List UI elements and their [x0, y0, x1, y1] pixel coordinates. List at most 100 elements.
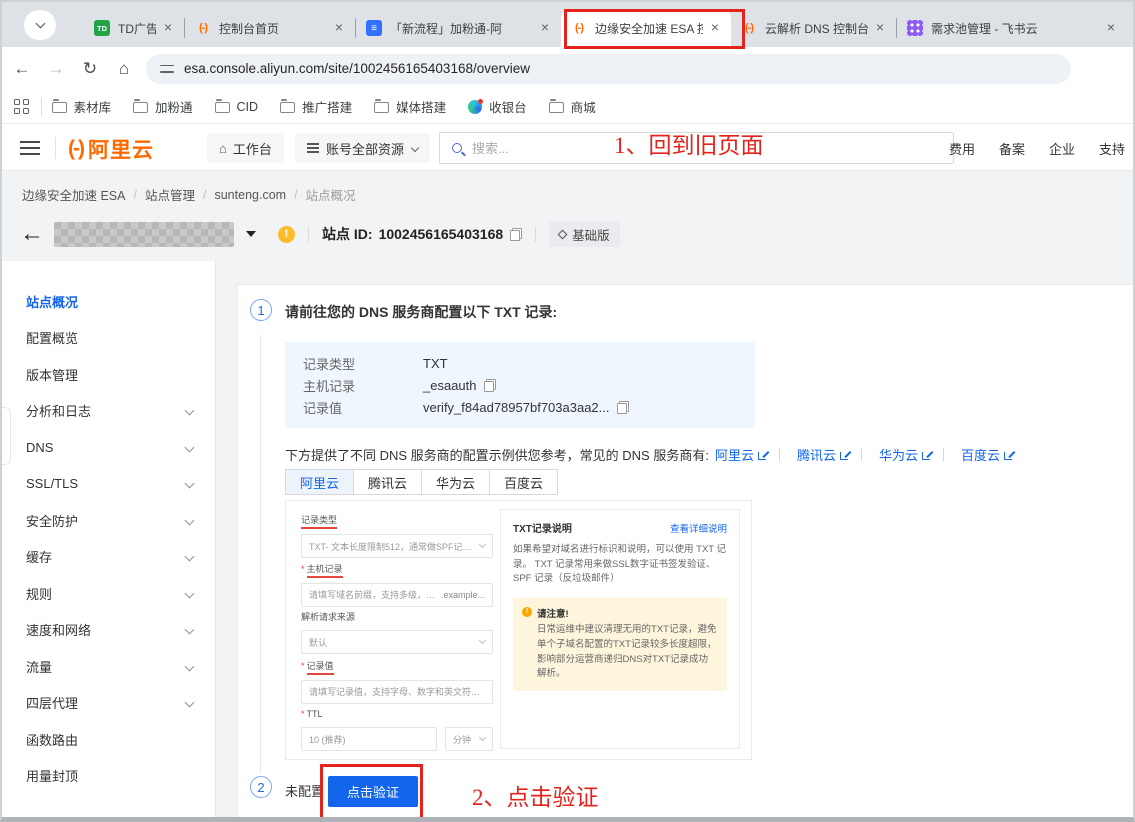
copy-icon[interactable] [510, 228, 522, 241]
back-button[interactable]: ← [8, 55, 36, 83]
bookmark-item[interactable]: 素材库 [52, 97, 112, 116]
tab-list: TDTD广告投放系统-数×(-)控制台首页×≡「新流程」加粉通-阿×(-)边缘安… [84, 2, 1127, 47]
provider-tab-腾讯云[interactable]: 腾讯云 [353, 469, 422, 495]
sidebar-item-四层代理[interactable]: 四层代理 [2, 685, 215, 722]
copy-icon[interactable] [617, 401, 629, 414]
sidebar-item-分析和日志[interactable]: 分析和日志 [2, 393, 215, 430]
breadcrumb-item[interactable]: 边缘安全加速 ESA [22, 185, 126, 204]
console-nav-link-支持[interactable]: 支持 [1099, 139, 1125, 158]
example-field-labelwrap: *主机记录 [301, 559, 493, 578]
bookmark-item[interactable]: 媒体搭建 [374, 97, 446, 116]
copy-icon[interactable] [484, 379, 496, 392]
sidebar-item-label: 站点概况 [26, 292, 193, 311]
bookmark-item[interactable]: 推广搭建 [280, 97, 352, 116]
sidebar-item-速度和网络[interactable]: 速度和网络 [2, 612, 215, 649]
provider-link-百度云[interactable]: 百度云 [961, 445, 1014, 464]
browser-tab[interactable]: 需求池管理 - 飞书云× [897, 9, 1127, 47]
notice-body: 日常运维中建议清理无用的TXT记录，避免单个子域名配置的TXT记录较多长度超限，… [537, 623, 717, 682]
sidebar-item-DNS[interactable]: DNS [2, 429, 215, 466]
browser-tab-active[interactable]: (-)边缘安全加速 ESA 控× [561, 9, 731, 47]
providers-line: 下方提供了不同 DNS 服务商的配置示例供您参考，常见的 DNS 服务商有: 阿… [285, 445, 1014, 464]
browser-tab[interactable]: ≡「新流程」加粉通-阿× [356, 9, 561, 47]
tab-title: 云解析 DNS 控制台 [765, 20, 868, 37]
apps-grid-icon[interactable] [14, 99, 29, 114]
sidebar-item-站点概况[interactable]: 站点概况 [2, 283, 215, 320]
back-arrow-icon[interactable]: ← [20, 222, 44, 246]
provider-tab-华为云[interactable]: 华为云 [421, 469, 490, 495]
console-header: (-) 阿里云 ⌂ 工作台 账号全部资源 费用 备案 企业 支持 [2, 123, 1133, 171]
breadcrumb-item[interactable]: 站点管理 [145, 185, 195, 204]
example-field-labelwrap: 解析请求来源 [301, 607, 493, 625]
console-nav-link-备案[interactable]: 备案 [999, 139, 1025, 158]
sidebar-item-安全防护[interactable]: 安全防护 [2, 502, 215, 539]
provider-link-腾讯云[interactable]: 腾讯云 [797, 445, 850, 464]
notice-title: 请注意! [537, 606, 717, 620]
hamburger-menu-icon[interactable] [20, 147, 40, 149]
sidebar-item-配置概览[interactable]: 配置概览 [2, 320, 215, 357]
site-dropdown-caret[interactable] [246, 231, 256, 237]
doc-favicon-icon: ≡ [366, 20, 382, 36]
divider [41, 98, 42, 116]
resources-label: 账号全部资源 [326, 139, 404, 158]
reload-button[interactable]: ↻ [76, 55, 104, 83]
bookmark-item[interactable]: 收银台 [468, 97, 527, 116]
aliyun-logo[interactable]: (-) 阿里云 [68, 134, 154, 164]
close-icon[interactable]: × [537, 20, 553, 36]
bookmark-item[interactable]: CID [215, 100, 259, 114]
aliyun-logo-mark-icon: (-) [68, 137, 83, 161]
close-icon[interactable]: × [160, 20, 176, 36]
breadcrumb-separator: / [134, 188, 137, 202]
browser-tab[interactable]: (-)云解析 DNS 控制台× [731, 9, 896, 47]
sidebar-item-用量封顶[interactable]: 用量封顶 [2, 758, 215, 795]
tab-search-button[interactable] [24, 10, 56, 40]
sidebar-item-缓存[interactable]: 缓存 [2, 539, 215, 576]
provider-tab-百度云[interactable]: 百度云 [489, 469, 558, 495]
browser-tab[interactable]: (-)控制台首页× [185, 9, 355, 47]
close-icon[interactable]: × [331, 20, 347, 36]
site-settings-icon[interactable] [160, 63, 174, 75]
sidebar-item-流量[interactable]: 流量 [2, 648, 215, 685]
sidebar-item-label: 函数路由 [26, 730, 193, 749]
example-field-value: 10 (推荐) [309, 733, 429, 746]
console-nav-link-企业[interactable]: 企业 [1049, 139, 1075, 158]
feishu-favicon-icon [907, 20, 923, 36]
txt-panel-notice: ! 请注意! 日常运维中建议清理无用的TXT记录，避免单个子域名配置的TXT记录… [513, 598, 727, 691]
provider-tab-阿里云[interactable]: 阿里云 [285, 469, 354, 495]
console-search-box[interactable] [439, 132, 954, 164]
bookmark-item[interactable]: 商城 [549, 97, 596, 116]
example-field-row: 请填写记录值，支持字母、数字和英文符号，512个字符以内 [301, 680, 493, 704]
close-icon[interactable]: × [1103, 20, 1119, 36]
console-search-input[interactable] [472, 141, 941, 156]
chevron-down-icon [479, 637, 486, 644]
provider-link-阿里云[interactable]: 阿里云 [715, 445, 768, 464]
console-nav-link-费用[interactable]: 费用 [949, 139, 975, 158]
sidebar-item-版本管理[interactable]: 版本管理 [2, 356, 215, 393]
close-icon[interactable]: × [872, 20, 888, 36]
page-background: 边缘安全加速 ESA/站点管理/sunteng.com/站点概况 ← ! 站点 … [2, 171, 1133, 817]
url-bar[interactable]: esa.console.aliyun.com/site/100245616540… [146, 54, 1071, 84]
provider-link-华为云[interactable]: 华为云 [879, 445, 932, 464]
breadcrumb-item[interactable]: sunteng.com [214, 188, 286, 202]
sidebar-item-规则[interactable]: 规则 [2, 575, 215, 612]
bookmark-item[interactable]: 加粉通 [133, 97, 193, 116]
forward-button[interactable]: → [42, 55, 70, 83]
chevron-down-icon [185, 625, 195, 635]
divider [943, 448, 944, 461]
console-nav-links: 费用 备案 企业 支持 [949, 124, 1129, 172]
sidebar-item-函数路由[interactable]: 函数路由 [2, 721, 215, 758]
account-resources-dropdown[interactable]: 账号全部资源 [295, 133, 430, 163]
sidebar-collapse-handle[interactable] [2, 407, 11, 465]
bookmark-label: 推广搭建 [302, 97, 352, 116]
example-input: 请填写域名前缀，支持多级，如：ab.c....example... [301, 583, 493, 607]
tab-strip: TDTD广告投放系统-数×(-)控制台首页×≡「新流程」加粉通-阿×(-)边缘安… [2, 2, 1133, 47]
home-button[interactable]: ⌂ [110, 55, 138, 83]
sidebar-item-SSL/TLS[interactable]: SSL/TLS [2, 466, 215, 503]
record-value: _esaauth [423, 378, 496, 393]
close-icon[interactable]: × [707, 20, 723, 36]
verify-button[interactable]: 点击验证 [328, 776, 418, 807]
step2-status: 未配置 [285, 781, 324, 800]
txt-record-row: 记录值verify_f84ad78957bf703a3aa2... [303, 398, 737, 417]
notice-icon: ! [522, 607, 532, 617]
workbench-button[interactable]: ⌂ 工作台 [207, 133, 284, 163]
browser-tab[interactable]: TDTD广告投放系统-数× [84, 9, 184, 47]
